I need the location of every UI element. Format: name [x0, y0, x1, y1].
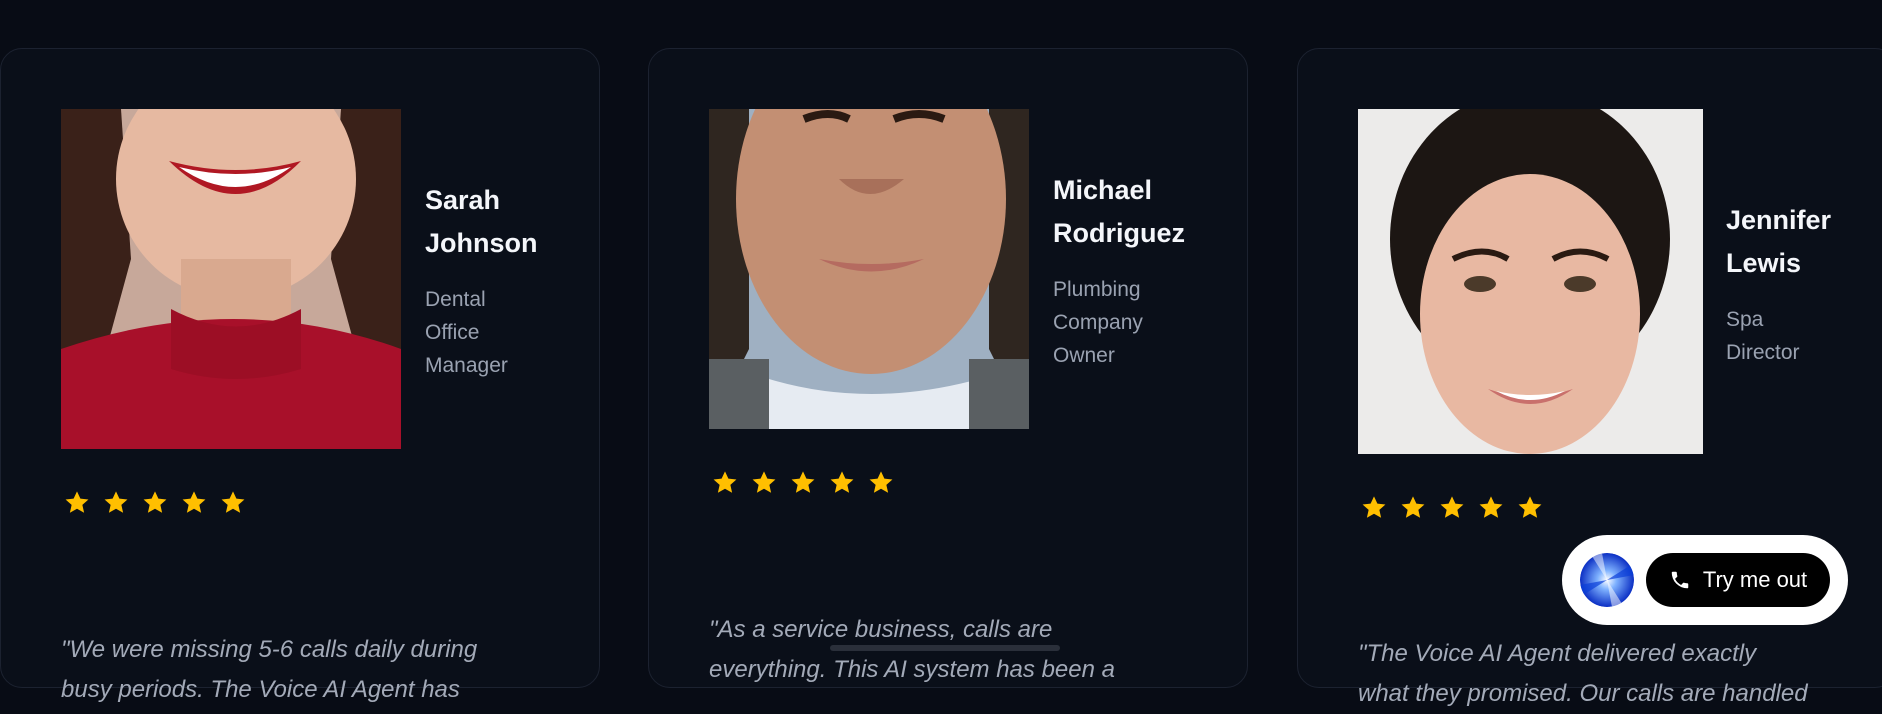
testimonial-role: Spa Director [1726, 308, 1800, 364]
testimonial-quote: "The Voice AI Agent delivered exactly wha… [1358, 640, 1808, 707]
star-icon [791, 471, 815, 493]
try-me-out-button[interactable]: Try me out [1646, 553, 1830, 607]
star-icon [1362, 496, 1386, 518]
star-icon [182, 491, 206, 513]
voice-agent-widget: Try me out [1562, 535, 1848, 625]
testimonial-name: Michael Rodriguez [1053, 175, 1185, 248]
star-icon [1440, 496, 1464, 518]
star-icon [1479, 496, 1503, 518]
star-icon [65, 491, 89, 513]
star-rating [1360, 494, 1544, 522]
testimonial-role: Dental Office Manager [425, 288, 508, 377]
star-icon [869, 471, 893, 493]
testimonial-name: Sarah Johnson [425, 185, 538, 258]
star-icon [221, 491, 245, 513]
try-me-out-label: Try me out [1702, 567, 1808, 592]
star-icon [143, 491, 167, 513]
star-rating [63, 489, 247, 517]
star-rating [711, 469, 895, 497]
star-icon [104, 491, 128, 513]
testimonial-card-michael: Michael Rodriguez Plumbing Company Owner … [648, 48, 1248, 688]
phone-icon [1671, 571, 1689, 589]
testimonial-quote: "We were missing 5-6 calls daily during b… [61, 636, 478, 703]
testimonial-card-sarah: Sarah Johnson Dental Office Manager "We w… [0, 48, 600, 703]
scroll-indicator[interactable] [830, 645, 1060, 651]
star-icon [1518, 496, 1542, 518]
star-icon [713, 471, 737, 493]
avatar-photo [1358, 109, 1703, 454]
avatar-photo [709, 109, 1029, 429]
star-icon [830, 471, 854, 493]
avatar-photo [61, 109, 401, 449]
star-icon [752, 471, 776, 493]
testimonial-role: Plumbing Company Owner [1053, 278, 1143, 367]
voice-orb-icon[interactable] [1580, 553, 1634, 607]
star-icon [1401, 496, 1425, 518]
testimonial-name: Jennifer Lewis [1726, 205, 1832, 278]
